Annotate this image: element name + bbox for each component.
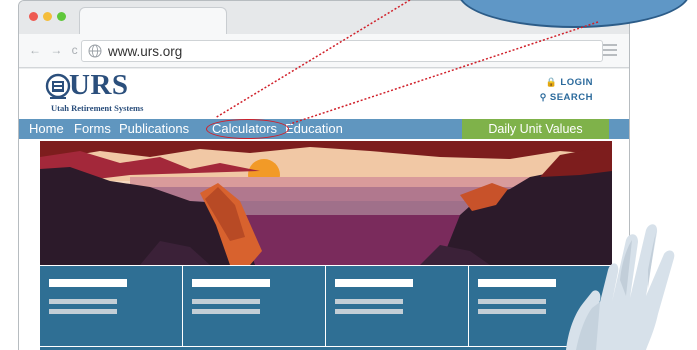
urs-website: URS Utah Retirement Systems 🔒 LOGIN ⚲ SEAR… [19,69,629,350]
nav-home[interactable]: Home [29,121,64,136]
feature-tile-2[interactable] [183,266,325,346]
nav-education[interactable]: Education [285,121,343,136]
logo-subtitle: Utah Retirement Systems [51,103,144,113]
feature-tiles [40,266,612,346]
address-bar[interactable]: www.urs.org [81,40,603,62]
minimize-window-dot[interactable] [43,12,52,21]
urs-emblem-icon [45,73,71,99]
browser-tab[interactable] [79,7,227,34]
daily-unit-values-button[interactable]: Daily Unit Values [462,119,609,139]
calculators-highlight-ring [206,119,289,139]
search-label: SEARCH [549,92,593,103]
magnifier-icon: ⚲ [539,92,547,102]
nav-forms[interactable]: Forms [74,121,111,136]
maximize-window-dot[interactable] [57,12,66,21]
feature-tile-1[interactable] [40,266,182,346]
search-link[interactable]: ⚲ SEARCH [540,92,593,103]
hamburger-menu-icon[interactable] [603,44,617,59]
url-text: www.urs.org [108,44,183,59]
gloved-hand-graphic [566,224,675,350]
close-window-dot[interactable] [29,12,38,21]
globe-icon [88,44,102,58]
hero-canyon-illustration [40,141,612,265]
history-nav-buttons[interactable]: ← → c [29,43,81,57]
browser-toolbar: ← → c www.urs.org [19,34,629,68]
main-nav-bar: Home Forms Publications Calculators Educ… [19,119,629,139]
feature-tile-3[interactable] [326,266,468,346]
lock-icon: 🔒 [545,77,558,87]
login-link[interactable]: 🔒 LOGIN [546,77,593,88]
login-label: LOGIN [560,77,593,88]
nav-publications[interactable]: Publications [119,121,189,136]
browser-window: ← → c www.urs.org URS Utah Retirement Sy… [18,0,630,350]
logo-wordmark[interactable]: URS [69,69,129,102]
